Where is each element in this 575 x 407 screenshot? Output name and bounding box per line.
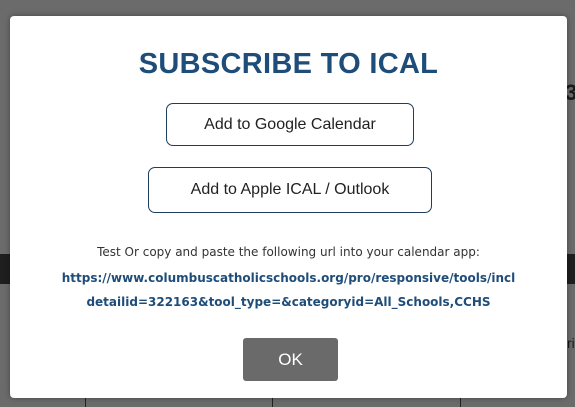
ok-button[interactable]: OK xyxy=(243,338,338,381)
subscribe-ical-modal: SUBSCRIBE TO ICAL Add to Google Calendar… xyxy=(10,16,567,398)
background-text-fragment: ri xyxy=(567,335,575,351)
instructions-text: Test Or copy and paste the following url… xyxy=(97,245,480,259)
calendar-url-line-2[interactable]: detailid=322163&tool_type=&categoryid=Al… xyxy=(10,295,567,309)
modal-title: SUBSCRIBE TO ICAL xyxy=(138,48,439,80)
add-to-google-calendar-button[interactable]: Add to Google Calendar xyxy=(166,103,414,146)
calendar-url-line-1[interactable]: https://www.columbuscatholicschools.org/… xyxy=(10,271,567,285)
add-to-apple-ical-outlook-button[interactable]: Add to Apple ICAL / Outlook xyxy=(148,167,432,213)
